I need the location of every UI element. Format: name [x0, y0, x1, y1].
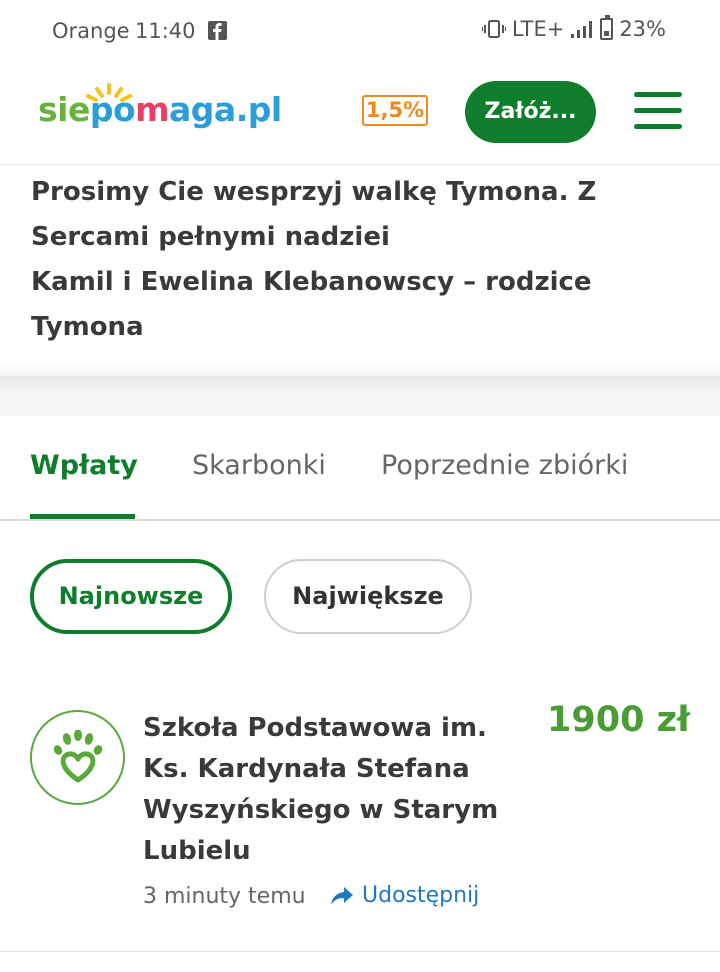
- description-line: Prosimy Cie wesprzyj walkę Tymona. Z Ser…: [31, 177, 597, 252]
- signal-icon: [571, 21, 593, 38]
- tab-poprzednie-zbiorki[interactable]: Poprzednie zbiórki: [381, 450, 628, 481]
- donor-avatar: [30, 710, 125, 805]
- network-type: LTE+: [511, 17, 565, 41]
- filter-newest-chip[interactable]: Najnowsze: [30, 559, 232, 634]
- hand-heart-icon: [53, 730, 103, 783]
- vibrate-icon: [481, 20, 506, 38]
- tab-bar: Wpłaty Skarbonki Poprzednie zbiórki: [0, 416, 720, 521]
- one-and-half-percent-badge[interactable]: 1,5%: [362, 95, 428, 126]
- section-divider: [0, 376, 720, 416]
- clock: 11:40: [135, 19, 196, 43]
- battery-level: 23%: [619, 17, 666, 41]
- create-fundraiser-button[interactable]: Załóż...: [465, 81, 596, 143]
- logo-part-aga: aga.pl: [169, 90, 282, 129]
- logo-part-sie: sie: [38, 90, 90, 129]
- description-line: Kamil i Ewelina Klebanowscy – rodzice Ty…: [31, 267, 592, 342]
- hamburger-menu-icon[interactable]: [634, 92, 682, 130]
- donation-time: 3 minuty temu: [143, 884, 306, 909]
- status-bar: Orange 11:40 LTE+ 23%: [0, 0, 720, 62]
- share-arrow-icon: [331, 886, 353, 905]
- tab-skarbonki[interactable]: Skarbonki: [192, 450, 326, 481]
- filter-largest-chip[interactable]: Największe: [264, 559, 472, 634]
- battery-icon: [600, 15, 614, 40]
- donor-name: Szkoła Podstawowa im. Ks. Kardynała Stef…: [143, 713, 499, 866]
- site-header: siepomaga.pl 1,5% Załóż...: [0, 62, 720, 165]
- donation-amount: 1900 zł: [547, 700, 690, 740]
- share-button[interactable]: Udostępnij: [330, 883, 479, 908]
- carrier-name: Orange: [52, 19, 130, 43]
- site-logo[interactable]: siepomaga.pl: [38, 90, 282, 129]
- logo-part-po: po: [89, 90, 136, 129]
- fundraiser-description: Prosimy Cie wesprzyj walkę Tymona. Z Ser…: [31, 170, 701, 350]
- logo-part-m: m: [135, 90, 170, 129]
- active-tab-indicator: [30, 514, 135, 519]
- status-icons: LTE+ 23%: [481, 15, 666, 41]
- tab-wplaty[interactable]: Wpłaty: [30, 450, 138, 481]
- share-label: Udostępnij: [362, 883, 480, 908]
- donation-item: Szkoła Podstawowa im. Ks. Kardynała Stef…: [0, 680, 720, 952]
- facebook-icon: [208, 21, 227, 40]
